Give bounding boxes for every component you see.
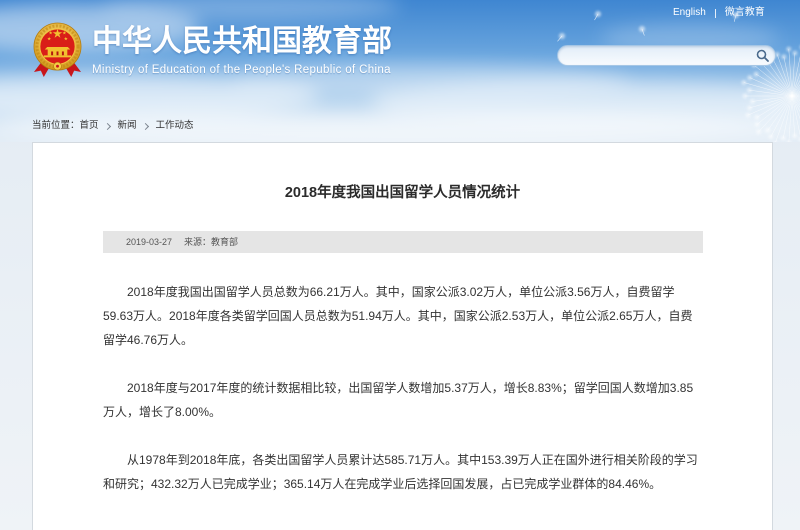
search-icon: [756, 49, 769, 62]
dandelion-seed: [747, 87, 752, 93]
article-source: 来源：教育部: [184, 237, 239, 247]
dandelion-seed: [754, 114, 760, 120]
top-links: English 微言教育: [673, 6, 765, 20]
article-date: 2019-03-27: [126, 237, 173, 247]
breadcrumb-home[interactable]: 首页: [80, 119, 99, 133]
dandelion-seed: [754, 121, 760, 127]
dandelion-seed: [786, 46, 792, 52]
dandelion-seed: [768, 134, 774, 140]
dandelion-seed: [742, 93, 748, 99]
link-divider: [714, 8, 716, 18]
chevron-right-icon: [103, 122, 111, 130]
article-paragraph: 2018年度与2017年度的统计数据相比较，出国留学人数增加5.37万人，增长8…: [103, 381, 694, 419]
home-logo-link[interactable]: 中华人民共和国教育部 Ministry of Education of the …: [32, 21, 404, 79]
page: 中华人民共和国教育部 Ministry of Education of the …: [0, 0, 800, 530]
english-link[interactable]: English: [673, 6, 706, 20]
article-paragraph: 从1978年到2018年底，各类出国留学人员累计达585.71万人。其中153.…: [103, 453, 698, 491]
dandelion-seed: [749, 99, 755, 104]
article-title: 2018年度我国出国留学人员情况统计: [284, 185, 521, 201]
breadcrumb-label: 当前位置：: [32, 120, 80, 131]
national-emblem-icon: [33, 22, 82, 77]
dandelion-seed: [781, 54, 787, 60]
breadcrumb-work-updates[interactable]: 工作动态: [156, 119, 194, 133]
emblem-gate: [43, 47, 72, 58]
dandelion-seed: [765, 127, 771, 133]
emblem-gear-hub: [56, 64, 59, 68]
dandelion-seed: [756, 129, 761, 135]
dandelion-seed: [741, 80, 747, 85]
dandelion-seed: [792, 50, 798, 56]
article-panel: 2018年度我国出国留学人员情况统计 2019-03-27 来源：教育部 2018…: [32, 142, 773, 530]
chevron-right-icon: [141, 122, 149, 130]
breadcrumb: 当前位置： 首页 新闻 工作动态: [32, 119, 194, 133]
dandelion-seed: [747, 105, 753, 111]
weiyan-education-link[interactable]: 微言教育: [725, 6, 765, 20]
site-title: 中华人民共和国教育部: [92, 25, 392, 58]
dandelion-seed: [753, 71, 759, 77]
search-input[interactable]: [568, 47, 744, 64]
search-button[interactable]: [753, 47, 771, 64]
site-subtitle: Ministry of Education of the People's Re…: [92, 64, 391, 76]
site-header: 中华人民共和国教育部 Ministry of Education of the …: [0, 0, 800, 142]
article-body: 2018年度我国出国留学人员总数为66.21万人。其中，国家公派3.02万人，单…: [103, 280, 703, 520]
article-paragraph: 2018年度我国出国留学人员总数为66.21万人。其中，国家公派3.02万人，单…: [103, 285, 693, 347]
dandelion-seed: [792, 133, 798, 139]
dandelion-seed: [747, 75, 753, 81]
breadcrumb-news[interactable]: 新闻: [118, 119, 137, 133]
article-meta: 2019-03-27 来源：教育部: [103, 231, 703, 253]
search-box: [557, 45, 776, 66]
dandelion-seed: [780, 135, 786, 141]
dandelion-seed: [745, 112, 751, 118]
